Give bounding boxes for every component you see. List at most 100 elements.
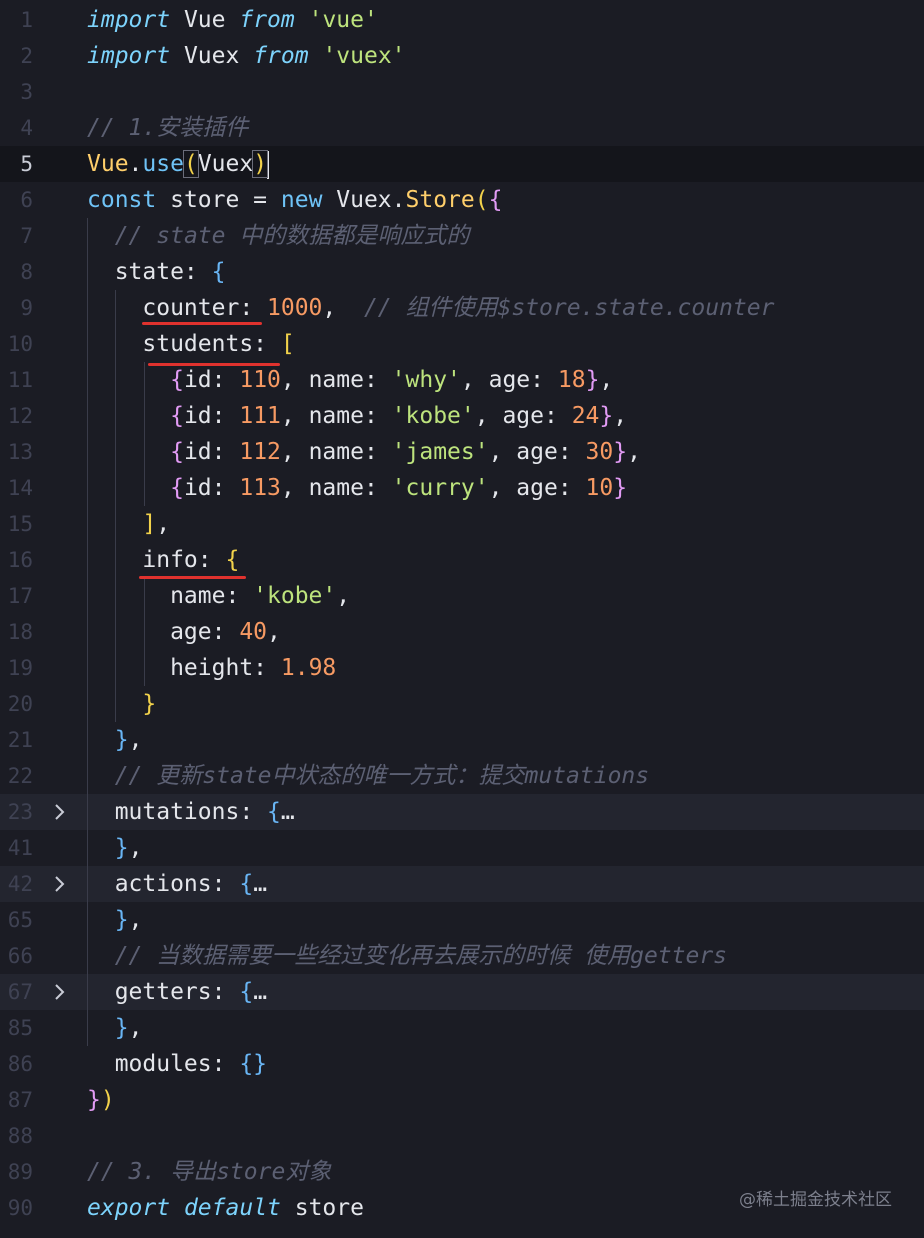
code-line[interactable]: 23 mutations: {… (0, 794, 924, 830)
code-token: , (336, 583, 351, 609)
code-token: import (87, 43, 171, 69)
code-token: state: (87, 259, 212, 285)
code-text: // state 中的数据都是响应式的 (87, 218, 470, 254)
code-line[interactable]: 20 } (0, 686, 924, 722)
code-text: }, (87, 1010, 143, 1046)
code-text: state: { (87, 254, 226, 290)
code-line[interactable]: 18 age: 40, (0, 614, 924, 650)
code-line[interactable]: 87}) (0, 1082, 924, 1118)
code-line[interactable]: 6 const store = new Vuex.Store({ (0, 182, 924, 218)
code-token: 'why' (391, 367, 461, 393)
code-token: // 3. 导出store对象 (87, 1159, 332, 1185)
code-line[interactable]: 65 }, (0, 902, 924, 938)
code-line[interactable]: 7 // state 中的数据都是响应式的 (0, 218, 924, 254)
code-token: , (128, 1015, 143, 1041)
code-line[interactable]: 66 // 当数据需要一些经过变化再去展示的时候 使用getters (0, 938, 924, 974)
code-line[interactable]: 10 students: [ (0, 326, 924, 362)
code-token: id: (183, 475, 240, 501)
code-line[interactable]: 8 state: { (0, 254, 924, 290)
line-number: 10 (7, 332, 33, 356)
code-token: , (156, 511, 171, 537)
code-token: Vue (170, 7, 240, 33)
code-line[interactable]: 3 (0, 74, 924, 110)
line-number: 17 (7, 584, 33, 608)
line-number: 8 (20, 260, 33, 284)
code-line[interactable]: 86 modules: {} (0, 1046, 924, 1082)
chevron-right-icon[interactable] (52, 974, 76, 1010)
code-token: , name: (280, 439, 392, 465)
code-token: Vue (87, 151, 129, 177)
code-line[interactable]: 12 {id: 111, name: 'kobe', age: 24}, (0, 398, 924, 434)
text-cursor (267, 150, 270, 179)
code-text: info: { (87, 542, 239, 578)
code-token: 40 (239, 619, 268, 645)
line-number: 15 (7, 512, 33, 536)
line-number: 20 (7, 692, 33, 716)
code-token: 'curry' (391, 475, 489, 501)
code-editor[interactable]: 1 import Vue from 'vue' 2 import Vuex from … (0, 0, 924, 1238)
code-line[interactable]: 2 import Vuex from 'vuex' (0, 38, 924, 74)
code-token: , (599, 367, 614, 393)
code-line[interactable]: 85 }, (0, 1010, 924, 1046)
code-text: name: 'kobe', (87, 578, 350, 614)
line-number: 16 (7, 548, 33, 572)
code-line[interactable]: 42 actions: {… (0, 866, 924, 902)
code-token: id: (183, 439, 240, 465)
code-line[interactable]: 16 info: { (0, 542, 924, 578)
code-line[interactable]: 15 ], (0, 506, 924, 542)
code-line[interactable]: 88 (0, 1118, 924, 1154)
code-token: , (128, 907, 143, 933)
code-text: actions: {… (87, 866, 267, 902)
code-line[interactable]: 17 name: 'kobe', (0, 578, 924, 614)
indent-guide-students (144, 362, 145, 506)
code-line[interactable]: 4 // 1.安装插件 (0, 110, 924, 146)
line-number: 67 (7, 980, 33, 1004)
code-line[interactable]: 13 {id: 112, name: 'james', age: 30}, (0, 434, 924, 470)
code-line[interactable]: 1 import Vue from 'vue' (0, 2, 924, 38)
line-number: 65 (7, 908, 33, 932)
code-text: {id: 113, name: 'curry', age: 10} (87, 470, 627, 506)
line-number: 86 (7, 1052, 33, 1076)
code-token: getters: (87, 979, 240, 1005)
code-token: 113 (239, 475, 281, 501)
code-line[interactable]: 22 // 更新state中状态的唯一方式：提交mutations (0, 758, 924, 794)
line-number: 23 (7, 800, 33, 824)
students-annotation-underline (148, 363, 280, 366)
line-number: 13 (7, 440, 33, 464)
code-line[interactable]: 21 }, (0, 722, 924, 758)
code-token: } (613, 475, 628, 501)
code-token: // 1.安装插件 (87, 115, 249, 141)
code-token: 111 (239, 403, 281, 429)
line-number: 2 (20, 44, 33, 68)
code-token: 'kobe' (253, 583, 337, 609)
code-token: Vuex (170, 43, 254, 69)
code-line[interactable]: 9 counter: 1000, // 组件使用$store.state.cou… (0, 290, 924, 326)
chevron-right-icon[interactable] (52, 794, 76, 830)
code-line[interactable]: 41 }, (0, 830, 924, 866)
code-token: // 组件使用$store.state.counter (363, 295, 775, 321)
code-token: [ (280, 331, 295, 357)
code-token: info: (87, 547, 226, 573)
counter-annotation-underline (142, 322, 262, 325)
code-line[interactable]: 11 {id: 110, name: 'why', age: 18}, (0, 362, 924, 398)
code-text: const store = new Vuex.Store({ (87, 182, 502, 218)
code-token: 'vue' (308, 7, 378, 33)
code-token: // 更新state中状态的唯一方式：提交mutations (114, 763, 650, 789)
line-number: 19 (7, 656, 33, 680)
line-number: 22 (7, 764, 33, 788)
code-line[interactable]: 67 getters: {… (0, 974, 924, 1010)
code-line[interactable]: 14 {id: 113, name: 'curry', age: 10} (0, 470, 924, 506)
line-number: 1 (20, 8, 33, 32)
code-line[interactable]: 19 height: 1.98 (0, 650, 924, 686)
code-token: 18 (557, 367, 586, 393)
chevron-right-icon[interactable] (52, 866, 76, 902)
code-token: } (142, 691, 157, 717)
code-line[interactable]: 5 Vue.use(Vuex) (0, 146, 924, 182)
code-token: export (87, 1195, 171, 1221)
code-token: 110 (239, 367, 281, 393)
code-token: … (280, 799, 295, 825)
